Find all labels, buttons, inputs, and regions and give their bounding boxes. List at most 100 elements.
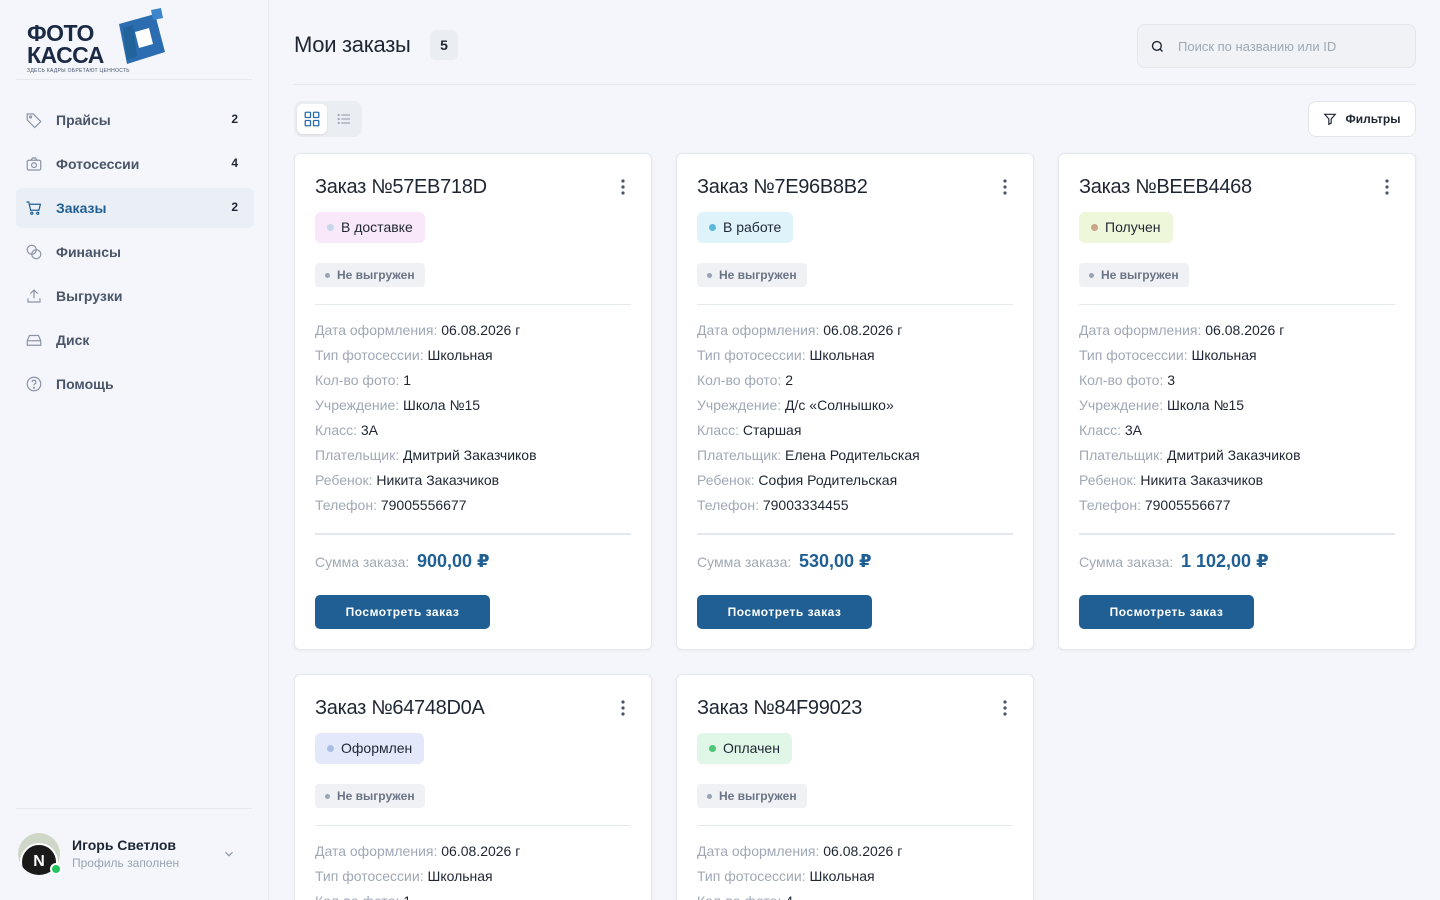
detail-key: Класс: <box>697 422 739 438</box>
more-vertical-icon[interactable] <box>621 179 625 195</box>
sidebar-item-orders[interactable]: Заказы 2 <box>16 188 254 228</box>
profile-name: Игорь Светлов <box>72 837 176 853</box>
status-badge: В работе <box>697 212 794 243</box>
orders-count-badge: 5 <box>430 30 458 60</box>
sidebar-item-disk[interactable]: Диск <box>16 320 254 360</box>
status-label: В работе <box>723 219 782 235</box>
upload-status-badge: Не выгружен <box>315 263 425 287</box>
detail-key: Учреждение: <box>1079 397 1164 413</box>
list-view-button[interactable] <box>329 104 359 134</box>
user-profile[interactable]: N Игорь Светлов Профиль заполнен <box>16 808 252 900</box>
status-label: Оформлен <box>341 740 413 756</box>
detail-value: 79003334455 <box>762 497 849 513</box>
sidebar-item-help[interactable]: Помощь <box>16 364 254 404</box>
status-badge: В доставке <box>315 212 425 243</box>
sidebar-item-label: Финансы <box>56 244 121 260</box>
status-dot <box>327 224 334 231</box>
filters-button[interactable]: Фильтры <box>1308 101 1416 137</box>
order-details: Дата оформления: 06.08.2026 г Тип фотосе… <box>315 839 631 900</box>
upload-icon <box>24 286 44 306</box>
detail-child: Ребенок: Никита Заказчиков <box>1079 468 1395 493</box>
more-vertical-icon[interactable] <box>1385 179 1389 195</box>
logo-text: ФОТО КАССА <box>27 20 104 68</box>
detail-value: Школьная <box>1191 347 1257 363</box>
detail-key: Тип фотосессии: <box>697 347 806 363</box>
detail-key: Дата оформления: <box>697 843 820 859</box>
detail-date: Дата оформления: 06.08.2026 г <box>1079 318 1395 343</box>
detail-value: Школьная <box>427 347 493 363</box>
view-order-button[interactable]: Посмотреть заказ <box>315 595 490 629</box>
help-icon <box>24 374 44 394</box>
upload-status-dot <box>325 794 330 799</box>
detail-value: 06.08.2026 г <box>823 322 903 338</box>
logo-line-2: КАССА <box>27 42 104 68</box>
grid-icon <box>304 111 320 127</box>
upload-status-label: Не выгружен <box>1101 268 1179 282</box>
detail-session-type: Тип фотосессии: Школьная <box>1079 343 1395 368</box>
order-card: Заказ №7E96B8B2 В работе Не выгружен Дат… <box>676 153 1034 650</box>
search-box[interactable] <box>1137 24 1416 68</box>
detail-value: Дмитрий Заказчиков <box>403 447 537 463</box>
detail-class: Класс: Старшая <box>697 418 1013 443</box>
more-vertical-icon[interactable] <box>1003 179 1007 195</box>
status-badge: Получен <box>1079 212 1173 243</box>
detail-phone: Телефон: 79003334455 <box>697 493 1013 518</box>
divider <box>315 825 631 826</box>
detail-phone: Телефон: 79005556677 <box>315 493 631 518</box>
detail-date: Дата оформления: 06.08.2026 г <box>315 839 631 864</box>
status-badge: Оплачен <box>697 733 792 764</box>
more-vertical-icon[interactable] <box>621 700 625 716</box>
detail-key: Ребенок: <box>697 472 755 488</box>
sidebar-item-uploads[interactable]: Выгрузки <box>16 276 254 316</box>
order-card: Заказ №64748D0A Оформлен Не выгружен Дат… <box>294 674 652 900</box>
detail-institution: Учреждение: Школа №15 <box>1079 393 1395 418</box>
sidebar-item-finance[interactable]: Финансы <box>16 232 254 272</box>
filters-label: Фильтры <box>1345 112 1401 126</box>
detail-key: Кол-во фото: <box>1079 372 1164 388</box>
sidebar-item-count: 2 <box>231 200 238 214</box>
order-card: Заказ №84F99023 Оплачен Не выгружен Дата… <box>676 674 1034 900</box>
page-title: Мои заказы <box>294 32 411 57</box>
upload-status-badge: Не выгружен <box>697 263 807 287</box>
detail-key: Класс: <box>1079 422 1121 438</box>
logo-line-1: ФОТО <box>27 20 94 46</box>
detail-session-type: Тип фотосессии: Школьная <box>315 864 631 889</box>
order-sum-value: 1 102,00 ₽ <box>1181 551 1269 571</box>
divider <box>1079 304 1395 305</box>
order-details: Дата оформления: 06.08.2026 г Тип фотосе… <box>1079 318 1395 518</box>
detail-class: Класс: 3А <box>1079 418 1395 443</box>
logo[interactable]: ФОТО КАССА ЗДЕСЬ КАДРЫ ОБРЕТАЮТ ЦЕННОСТЬ <box>16 0 252 80</box>
detail-value: 06.08.2026 г <box>441 843 521 859</box>
detail-value: 79005556677 <box>380 497 467 513</box>
camera-icon <box>24 154 44 174</box>
detail-value: Школа №15 <box>1167 397 1245 413</box>
detail-key: Плательщик: <box>697 447 782 463</box>
grid-view-button[interactable] <box>297 104 327 134</box>
search-input[interactable] <box>1178 25 1408 67</box>
upload-status-badge: Не выгружен <box>315 784 425 808</box>
chevron-down-icon[interactable] <box>222 847 236 861</box>
status-dot <box>327 745 334 752</box>
detail-key: Тип фотосессии: <box>315 868 424 884</box>
sidebar-item-label: Заказы <box>56 200 107 216</box>
disk-icon <box>24 330 44 350</box>
detail-photo-count: Кол-во фото: 1 <box>315 368 631 393</box>
order-title: Заказ №BEEB4468 <box>1079 176 1252 198</box>
status-label: В доставке <box>341 219 413 235</box>
view-order-button[interactable]: Посмотреть заказ <box>697 595 872 629</box>
detail-key: Учреждение: <box>697 397 782 413</box>
detail-session-type: Тип фотосессии: Школьная <box>697 864 1013 889</box>
view-order-button[interactable]: Посмотреть заказ <box>1079 595 1254 629</box>
more-vertical-icon[interactable] <box>1003 700 1007 716</box>
detail-phone: Телефон: 79005556677 <box>1079 493 1395 518</box>
status-dot <box>1091 224 1098 231</box>
sidebar-item-count: 2 <box>231 112 238 126</box>
status-label: Оплачен <box>723 740 780 756</box>
sidebar-item-photosessions[interactable]: Фотосессии 4 <box>16 144 254 184</box>
detail-key: Класс: <box>315 422 357 438</box>
sidebar-item-prices[interactable]: Прайсы 2 <box>16 100 254 140</box>
upload-status-label: Не выгружен <box>719 268 797 282</box>
page-header: Мои заказы 5 <box>294 0 1416 85</box>
detail-value: София Родительская <box>758 472 898 488</box>
detail-value: 2 <box>785 372 794 388</box>
